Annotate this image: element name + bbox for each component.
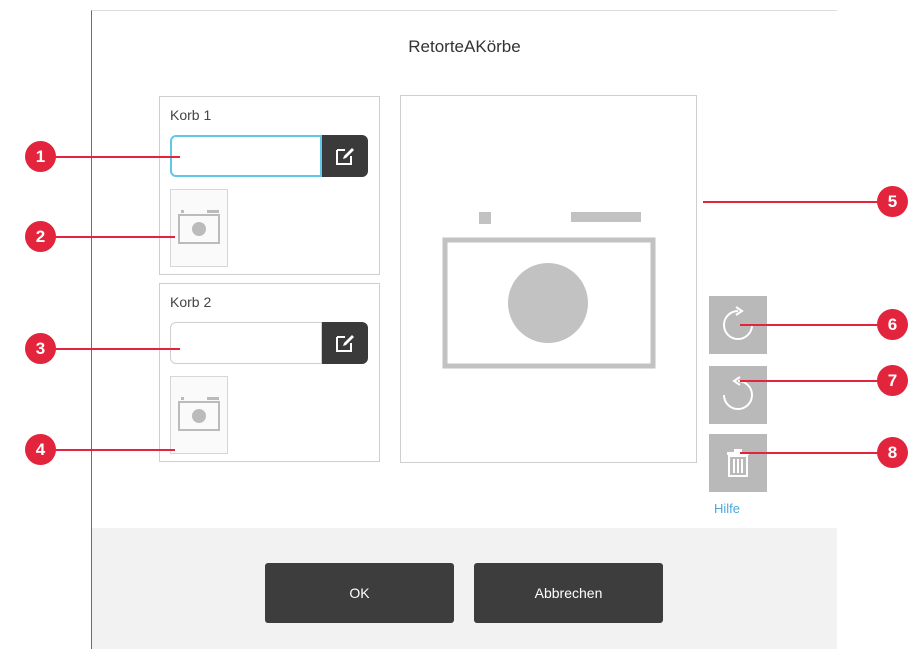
photo-preview bbox=[400, 95, 697, 463]
callout-line-3 bbox=[40, 348, 180, 350]
basket-1-label: Korb 1 bbox=[170, 107, 212, 123]
callout-line-6 bbox=[740, 324, 889, 326]
callout-line-5 bbox=[703, 201, 889, 203]
edit-icon bbox=[336, 148, 354, 165]
basket-dialog: RetorteAKörbe Korb 1 Korb 2 Hilfe OK Abb… bbox=[91, 10, 837, 649]
basket-1-thumbnail[interactable] bbox=[170, 189, 228, 267]
ok-button[interactable]: OK bbox=[265, 563, 454, 623]
help-link[interactable]: Hilfe bbox=[714, 501, 740, 516]
basket-2-edit-button[interactable] bbox=[322, 322, 368, 364]
rotate-counterclockwise-button[interactable] bbox=[709, 366, 767, 424]
callout-line-2 bbox=[40, 236, 175, 238]
cancel-button[interactable]: Abbrechen bbox=[474, 563, 663, 623]
camera-icon bbox=[178, 210, 220, 244]
callout-line-8 bbox=[740, 452, 889, 454]
delete-button[interactable] bbox=[709, 434, 767, 492]
basket-2-name-field[interactable] bbox=[170, 322, 322, 364]
callout-2: 2 bbox=[25, 221, 56, 252]
camera-icon bbox=[178, 397, 220, 431]
callout-line-7 bbox=[740, 380, 889, 382]
callout-7: 7 bbox=[877, 365, 908, 396]
callout-line-4 bbox=[40, 449, 175, 451]
basket-1-name-field[interactable] bbox=[170, 135, 322, 177]
callout-4: 4 bbox=[25, 434, 56, 465]
basket-2-thumbnail[interactable] bbox=[170, 376, 228, 454]
callout-line-1 bbox=[40, 156, 180, 158]
callout-5: 5 bbox=[877, 186, 908, 217]
camera-icon bbox=[442, 212, 656, 369]
basket-2-label: Korb 2 bbox=[170, 294, 212, 310]
callout-3: 3 bbox=[25, 333, 56, 364]
callout-1: 1 bbox=[25, 141, 56, 172]
callout-6: 6 bbox=[877, 309, 908, 340]
basket-1-panel: Korb 1 bbox=[159, 96, 380, 275]
edit-icon bbox=[336, 335, 354, 352]
callout-8: 8 bbox=[877, 437, 908, 468]
dialog-title: RetorteAKörbe bbox=[408, 37, 521, 56]
dialog-footer: OK Abbrechen bbox=[92, 528, 837, 649]
basket-2-panel: Korb 2 bbox=[159, 283, 380, 462]
basket-1-edit-button[interactable] bbox=[322, 135, 368, 177]
